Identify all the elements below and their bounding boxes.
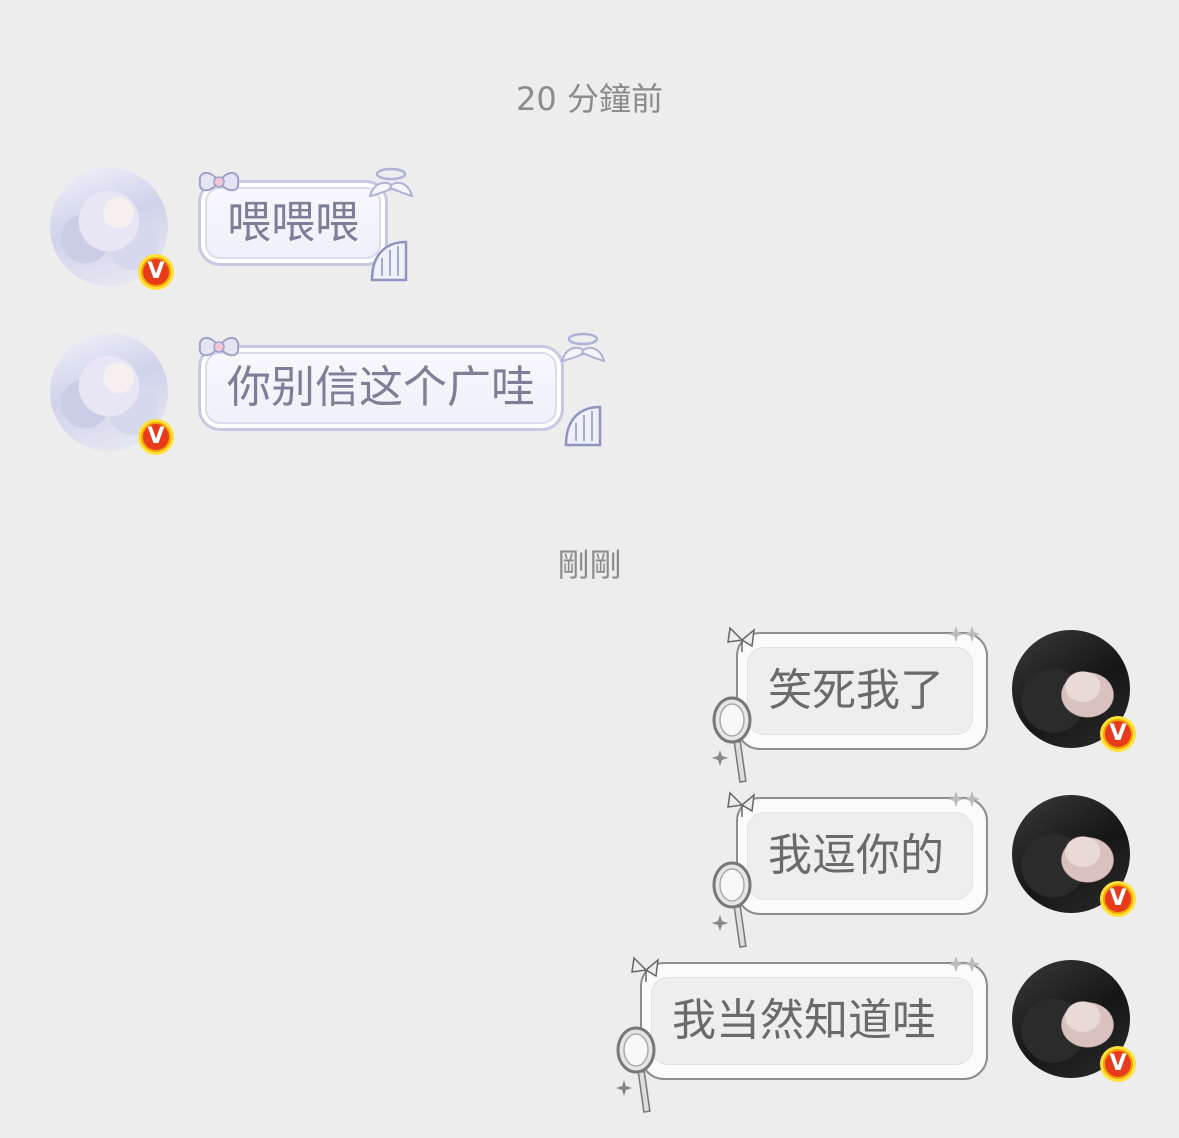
hand-mirror-icon bbox=[616, 1026, 656, 1113]
butterfly-icon bbox=[727, 626, 755, 652]
butterfly-icon bbox=[631, 956, 659, 982]
message-bubble[interactable]: 我逗你的 bbox=[736, 797, 988, 915]
bow-icon bbox=[198, 172, 240, 192]
message-row-outgoing: 笑死我了 V bbox=[0, 624, 1179, 783]
avatar-other-user[interactable]: V bbox=[50, 168, 174, 290]
message-bubble[interactable]: 你别信这个广哇 bbox=[198, 345, 564, 431]
timestamp-just-now: 剛剛 bbox=[557, 546, 622, 584]
message-row-outgoing: 我当然知道哇 V bbox=[0, 954, 1179, 1113]
angel-wing-icon bbox=[368, 167, 414, 198]
message-row-incoming: V 你别信这个广哇 bbox=[0, 327, 1179, 457]
hand-mirror-icon bbox=[712, 696, 752, 783]
sparkle-icon bbox=[948, 626, 980, 642]
sparkle-icon bbox=[948, 956, 980, 972]
butterfly-icon bbox=[727, 791, 755, 817]
avatar-self[interactable]: V bbox=[1012, 960, 1136, 1082]
verified-badge-icon: V bbox=[1100, 881, 1136, 917]
message-text: 我当然知道哇 bbox=[672, 995, 936, 1046]
verified-badge-icon: V bbox=[1100, 1046, 1136, 1082]
hand-mirror-icon bbox=[712, 861, 752, 948]
sparkle-icon bbox=[948, 791, 980, 807]
message-bubble[interactable]: 笑死我了 bbox=[736, 632, 988, 750]
timestamp-20-min-ago: 20 分鐘前 bbox=[516, 80, 663, 118]
avatar-other-user[interactable]: V bbox=[50, 333, 174, 455]
message-text: 我逗你的 bbox=[768, 830, 944, 881]
message-row-outgoing: 我逗你的 V bbox=[0, 789, 1179, 948]
bow-icon bbox=[198, 337, 240, 357]
angel-wing-icon bbox=[560, 332, 606, 363]
avatar-self[interactable]: V bbox=[1012, 795, 1136, 917]
message-text: 喂喂喂 bbox=[227, 197, 359, 248]
message-row-incoming: V 喂喂喂 bbox=[0, 162, 1179, 292]
verified-badge-icon: V bbox=[138, 419, 174, 455]
verified-badge-icon: V bbox=[1100, 716, 1136, 752]
message-bubble[interactable]: 我当然知道哇 bbox=[640, 962, 988, 1080]
harp-icon bbox=[370, 240, 408, 282]
avatar-self[interactable]: V bbox=[1012, 630, 1136, 752]
harp-icon bbox=[564, 405, 602, 447]
message-text: 你别信这个广哇 bbox=[227, 362, 535, 413]
verified-badge-icon: V bbox=[138, 254, 174, 290]
message-text: 笑死我了 bbox=[768, 665, 944, 716]
